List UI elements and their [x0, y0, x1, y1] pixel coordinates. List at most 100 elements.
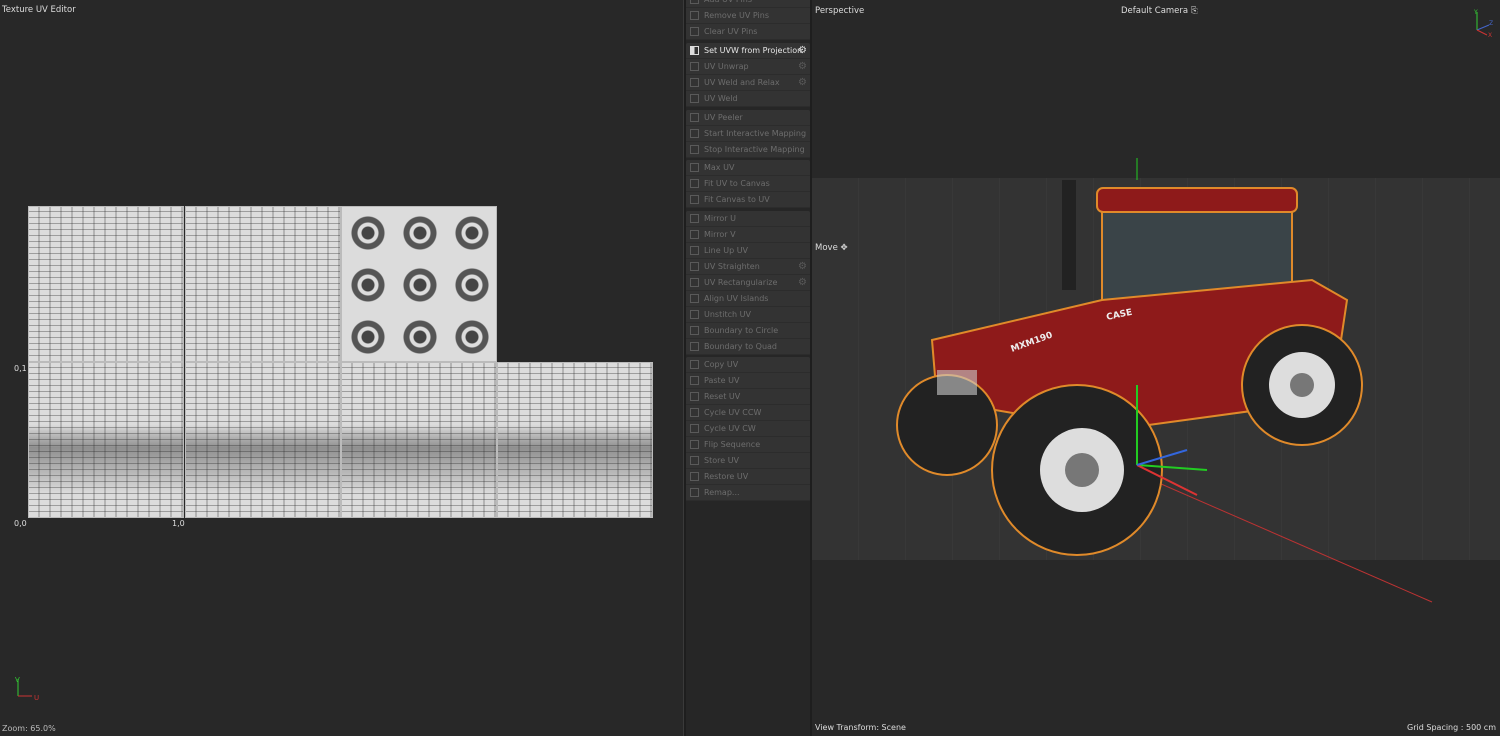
menu-item-align-uv-islands[interactable]: Align UV Islands — [686, 291, 810, 307]
view-transform-status: View Transform: Scene — [815, 723, 906, 732]
menu-item-paste-uv[interactable]: Paste UV — [686, 373, 810, 389]
command-icon — [690, 163, 699, 172]
command-icon — [690, 113, 699, 122]
menu-item-label: Start Interactive Mapping — [704, 129, 807, 138]
menu-item-label: Stop Interactive Mapping — [704, 145, 805, 154]
command-icon — [690, 408, 699, 417]
command-icon — [690, 376, 699, 385]
gear-icon[interactable]: ⚙ — [798, 61, 807, 72]
menu-item-restore-uv[interactable]: Restore UV — [686, 469, 810, 485]
menu-item-add-uv-pins[interactable]: Add UV Pins — [686, 0, 810, 8]
menu-item-label: Clear UV Pins — [704, 27, 758, 36]
command-icon — [690, 0, 699, 4]
command-icon — [690, 78, 699, 87]
menu-group: UV Peeler Start Interactive Mapping Stop I… — [686, 110, 810, 158]
menu-item-label: Line Up UV — [704, 246, 749, 255]
menu-item-label: Unstitch UV — [704, 310, 751, 319]
command-icon — [690, 145, 699, 154]
command-icon — [690, 46, 699, 55]
menu-item-store-uv[interactable]: Store UV — [686, 453, 810, 469]
menu-group: Add UV Pins Remove UV Pins Clear UV Pins — [686, 0, 810, 40]
menu-item-remap[interactable]: Remap... — [686, 485, 810, 501]
menu-item-fit-uv-to-canvas[interactable]: Fit UV to Canvas — [686, 176, 810, 192]
menu-group: Copy UV Paste UV Reset UV Cycle UV CCW Cycle… — [686, 357, 810, 501]
menu-item-label: Store UV — [704, 456, 740, 465]
menu-item-uv-straighten[interactable]: UV Straighten ⚙ — [686, 259, 810, 275]
menu-item-uv-rectangularize[interactable]: UV Rectangularize ⚙ — [686, 275, 810, 291]
menu-item-uv-weld[interactable]: UV Weld — [686, 91, 810, 107]
tractor-model[interactable]: CASE MXM190 — [812, 0, 1500, 736]
menu-item-label: Restore UV — [704, 472, 749, 481]
menu-item-uv-unwrap[interactable]: UV Unwrap ⚙ — [686, 59, 810, 75]
menu-item-fit-canvas-to-uv[interactable]: Fit Canvas to UV — [686, 192, 810, 208]
menu-item-label: UV Weld — [704, 94, 738, 103]
command-icon — [690, 94, 699, 103]
panel-title: Texture UV Editor — [2, 5, 76, 15]
menu-item-label: UV Peeler — [704, 113, 743, 122]
menu-item-label: UV Weld and Relax — [704, 78, 780, 87]
menu-item-label: Fit Canvas to UV — [704, 195, 770, 204]
menu-item-label: Boundary to Quad — [704, 342, 777, 351]
command-icon — [690, 310, 699, 319]
menu-item-cycle-uv-ccw[interactable]: Cycle UV CCW — [686, 405, 810, 421]
menu-item-stop-interactive-mapping[interactable]: Stop Interactive Mapping — [686, 142, 810, 158]
menu-item-label: Remap... — [704, 488, 740, 497]
uv-label-u1: 1,0 — [172, 519, 185, 528]
menu-item-mirror-v[interactable]: Mirror V — [686, 227, 810, 243]
uv-axis-icon: V U — [15, 676, 39, 702]
zoom-status: Zoom: 65.0% — [2, 724, 56, 733]
menu-item-boundary-to-circle[interactable]: Boundary to Circle — [686, 323, 810, 339]
menu-item-set-uvw-from-projection[interactable]: Set UVW from Projection ⚙ — [686, 43, 810, 59]
menu-item-label: Cycle UV CCW — [704, 408, 762, 417]
menu-item-start-interactive-mapping[interactable]: Start Interactive Mapping — [686, 126, 810, 142]
menu-item-clear-uv-pins[interactable]: Clear UV Pins — [686, 24, 810, 40]
command-icon — [690, 472, 699, 481]
command-icon — [690, 195, 699, 204]
menu-item-uv-weld-and-relax[interactable]: UV Weld and Relax ⚙ — [686, 75, 810, 91]
menu-item-label: Copy UV — [704, 360, 739, 369]
menu-item-label: UV Unwrap — [704, 62, 749, 71]
menu-item-label: Align UV Islands — [704, 294, 769, 303]
menu-item-copy-uv[interactable]: Copy UV — [686, 357, 810, 373]
menu-item-label: Add UV Pins — [704, 0, 752, 4]
menu-item-cycle-uv-cw[interactable]: Cycle UV CW — [686, 421, 810, 437]
grid-spacing-status: Grid Spacing : 500 cm — [1407, 723, 1496, 732]
uv-tile-wheels — [341, 206, 497, 362]
menu-item-line-up-uv[interactable]: Line Up UV — [686, 243, 810, 259]
menu-item-label: Fit UV to Canvas — [704, 179, 770, 188]
command-icon — [690, 392, 699, 401]
command-icon — [690, 262, 699, 271]
axis-u: U — [34, 694, 39, 702]
menu-item-label: Paste UV — [704, 376, 740, 385]
command-icon — [690, 456, 699, 465]
viewport-perspective[interactable]: Perspective Default Camera ⎘ Move ✥ Y Z … — [812, 0, 1500, 736]
menu-item-reset-uv[interactable]: Reset UV — [686, 389, 810, 405]
menu-item-boundary-to-quad[interactable]: Boundary to Quad — [686, 339, 810, 355]
gear-icon[interactable]: ⚙ — [798, 261, 807, 272]
uv-editor-panel[interactable]: Texture UV Editor 0,1 0,0 1,0 V U Zoom: … — [0, 0, 684, 736]
command-icon — [690, 230, 699, 239]
command-icon — [690, 246, 699, 255]
menu-item-remove-uv-pins[interactable]: Remove UV Pins — [686, 8, 810, 24]
uv-tile — [28, 206, 184, 362]
uv-tile — [28, 362, 184, 518]
uv-tile — [185, 206, 341, 362]
menu-item-mirror-u[interactable]: Mirror U — [686, 211, 810, 227]
menu-group: Max UV Fit UV to Canvas Fit Canvas to UV — [686, 160, 810, 208]
menu-item-uv-peeler[interactable]: UV Peeler — [686, 110, 810, 126]
command-icon — [690, 62, 699, 71]
menu-item-max-uv[interactable]: Max UV — [686, 160, 810, 176]
command-icon — [690, 488, 699, 497]
menu-item-flip-sequence[interactable]: Flip Sequence — [686, 437, 810, 453]
menu-item-label: Set UVW from Projection — [704, 46, 803, 55]
menu-item-label: Flip Sequence — [704, 440, 761, 449]
menu-item-label: Reset UV — [704, 392, 741, 401]
menu-item-unstitch-uv[interactable]: Unstitch UV — [686, 307, 810, 323]
uv-commands-menu: Add UV Pins Remove UV Pins Clear UV Pins Se… — [686, 0, 810, 736]
menu-group: Set UVW from Projection ⚙ UV Unwrap ⚙ UV Wel… — [686, 43, 810, 107]
gear-icon[interactable]: ⚙ — [798, 277, 807, 288]
gear-icon[interactable]: ⚙ — [798, 77, 807, 88]
gear-icon[interactable]: ⚙ — [798, 45, 807, 56]
menu-item-label: UV Rectangularize — [704, 278, 778, 287]
command-icon — [690, 294, 699, 303]
